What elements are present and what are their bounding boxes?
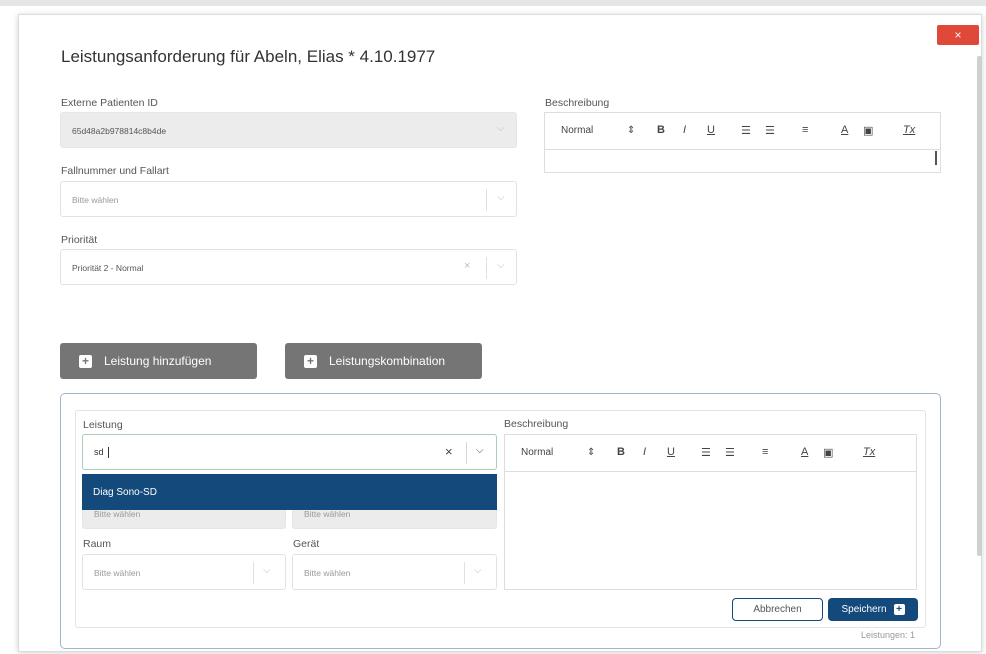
device-placeholder: Bitte wählen	[304, 568, 351, 578]
format-select[interactable]: Normal	[561, 125, 593, 136]
separator	[253, 562, 254, 584]
chevron-down-icon[interactable]: ⌵	[263, 565, 271, 576]
separator	[464, 562, 465, 584]
room-select[interactable]: Bitte wählen ⌵	[82, 554, 286, 590]
description-label: Beschreibung	[545, 97, 610, 109]
align-button[interactable]: ≡	[802, 124, 808, 136]
editor-toolbar: Normal ⇕ B I U ☰ ☰ ≡ A ▣ Tx	[505, 435, 916, 472]
add-service-button[interactable]: + Leistung hinzufügen	[60, 343, 257, 379]
background-color-icon[interactable]: ▣	[823, 446, 833, 459]
ordered-list-icon[interactable]: ☰	[701, 446, 711, 459]
plus-icon: +	[79, 354, 92, 368]
format-select-arrows-icon: ⇕	[587, 447, 596, 458]
chevron-down-icon[interactable]: ⌵	[497, 192, 505, 203]
room-placeholder: Bitte wählen	[94, 568, 141, 578]
separator	[466, 442, 467, 464]
editor-scroll-indicator	[935, 151, 937, 165]
device-select[interactable]: Bitte wählen ⌵	[292, 554, 497, 590]
text-color-button[interactable]: A	[841, 124, 848, 136]
dropdown-option-label: Diag Sono-SD	[93, 486, 157, 498]
service-description-editor[interactable]: Normal ⇕ B I U ☰ ☰ ≡ A ▣ Tx	[504, 434, 917, 590]
italic-button[interactable]: I	[643, 446, 646, 458]
add-service-label: Leistung hinzufügen	[104, 354, 212, 368]
italic-button[interactable]: I	[683, 124, 686, 136]
case-label: Fallnummer und Fallart	[61, 165, 169, 177]
service-count: Leistungen: 1	[861, 630, 916, 640]
text-cursor	[108, 447, 109, 458]
underline-button[interactable]: U	[667, 446, 675, 458]
clear-icon[interactable]: ×	[445, 444, 453, 459]
close-icon: ×	[954, 28, 962, 42]
cancel-button[interactable]: Abbrechen	[732, 598, 823, 621]
save-label: Speichern	[841, 604, 887, 615]
format-select-arrows-icon: ⇕	[627, 125, 636, 136]
service-search-input[interactable]: sd × ⌵	[82, 434, 497, 470]
chevron-down-icon[interactable]: ⌵	[474, 565, 482, 576]
dialog-title: Leistungsanforderung für Abeln, Elias * …	[61, 47, 436, 66]
close-button[interactable]: ×	[937, 25, 979, 45]
case-select[interactable]: Bitte wählen ⌵	[60, 181, 517, 217]
room-label: Raum	[83, 538, 112, 550]
case-placeholder: Bitte wählen	[72, 195, 119, 205]
external-id-field: 65d48a2b978814c8b4de ⌵	[60, 112, 517, 148]
service-input-value: sd	[94, 447, 104, 457]
plus-icon: +	[893, 604, 905, 615]
service-combination-button[interactable]: + Leistungskombination	[285, 343, 482, 379]
service-label: Leistung	[83, 419, 123, 431]
dropdown-option[interactable]: Diag Sono-SD	[82, 474, 497, 510]
format-select[interactable]: Normal	[521, 447, 553, 458]
device-label: Gerät	[293, 538, 320, 550]
service-combination-label: Leistungskombination	[329, 354, 446, 368]
clear-icon[interactable]: ×	[464, 260, 470, 272]
separator	[486, 189, 487, 211]
align-button[interactable]: ≡	[762, 446, 768, 458]
priority-value: Priorität 2 - Normal	[72, 263, 144, 273]
dialog-scrollbar[interactable]	[977, 56, 982, 556]
cancel-label: Abbrechen	[753, 604, 802, 615]
priority-select[interactable]: Priorität 2 - Normal × ⌵	[60, 249, 517, 285]
service-description-label: Beschreibung	[504, 418, 569, 430]
hidden-select-1-placeholder: Bitte wählen	[94, 509, 141, 519]
background-color-icon[interactable]: ▣	[863, 124, 873, 137]
window-top-edge	[0, 0, 986, 6]
bullet-list-icon[interactable]: ☰	[765, 124, 775, 137]
ordered-list-icon[interactable]: ☰	[741, 124, 751, 137]
bold-button[interactable]: B	[657, 124, 665, 136]
bullet-list-icon[interactable]: ☰	[725, 446, 735, 459]
underline-button[interactable]: U	[707, 124, 715, 136]
save-button[interactable]: Speichern +	[828, 598, 918, 621]
clear-format-button[interactable]: Tx	[863, 446, 875, 458]
separator	[486, 257, 487, 279]
chevron-down-icon[interactable]: ⌵	[476, 445, 484, 456]
chevron-down-icon[interactable]: ⌵	[497, 260, 505, 271]
bold-button[interactable]: B	[617, 446, 625, 458]
text-color-button[interactable]: A	[801, 446, 808, 458]
clear-format-button[interactable]: Tx	[903, 124, 915, 136]
editor-toolbar: Normal ⇕ B I U ☰ ☰ ≡ A ▣ Tx	[545, 113, 940, 150]
hidden-select-2-placeholder: Bitte wählen	[304, 509, 351, 519]
external-id-value: 65d48a2b978814c8b4de	[72, 126, 167, 136]
plus-icon: +	[304, 354, 317, 368]
external-id-label: Externe Patienten ID	[61, 97, 158, 109]
description-editor[interactable]: Normal ⇕ B I U ☰ ☰ ≡ A ▣ Tx	[544, 112, 941, 173]
chevron-down-icon: ⌵	[497, 123, 505, 134]
priority-label: Priorität	[61, 234, 98, 246]
